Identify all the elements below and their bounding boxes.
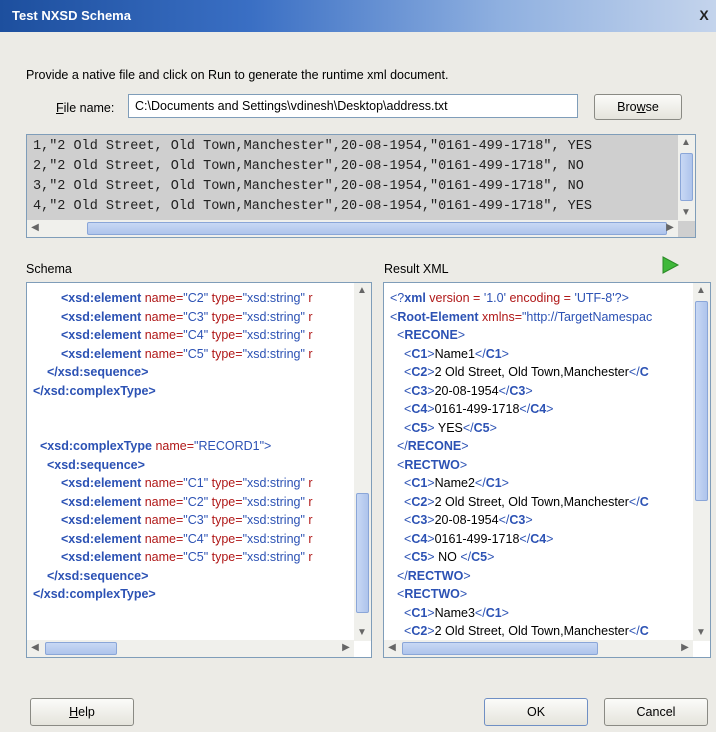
schema-line: <xsd:element name="C4" type="xsd:string"… [61,328,313,342]
result-xml-line: <C4>0161-499-1718</C4> [404,531,554,546]
result-xml-line: <C2>2 Old Street, Old Town,Manchester</C [404,494,649,509]
scroll-right-arrow-icon[interactable]: ▶ [677,640,693,656]
native-line: 1,"2 Old Street, Old Town,Manchester",20… [33,139,592,154]
result-xml-line: </RECTWO> [397,568,471,583]
ok-button[interactable]: OK [484,698,588,726]
file-name-label: File name: [56,101,115,115]
schema-line: </xsd:complexType> [33,383,156,398]
result-xml-line: <RECTWO> [397,457,468,472]
result-xml-label: Result XML [384,262,449,276]
native-lines: 1,"2 Old Street, Old Town,Manchester",20… [33,137,592,217]
title-bar: Test NXSD Schema X [0,0,716,32]
scroll-down-arrow-icon[interactable]: ▼ [678,205,694,221]
scroll-up-arrow-icon[interactable]: ▲ [354,283,370,299]
browse-button[interactable]: Browse [594,94,682,120]
scroll-down-arrow-icon[interactable]: ▼ [693,625,709,641]
schema-line: <xsd:element name="C2" type="xsd:string"… [61,494,313,509]
schema-line: <xsd:sequence> [46,457,145,472]
close-icon[interactable]: X [696,7,712,23]
result-xml-line: <C2>2 Old Street, Old Town,Manchester</C [404,365,649,379]
scroll-thumb[interactable] [680,153,693,201]
result-xml-line: <?xml version = '1.0' encoding = 'UTF-8'… [390,291,629,305]
file-name-input[interactable] [128,94,578,118]
result-xml-line: <C2>2 Old Street, Old Town,Manchester</C [404,624,649,638]
result-xml-line: <C5> NO </C5> [404,550,495,564]
native-horizontal-scrollbar[interactable]: ◀ ▶ [27,220,678,237]
scroll-right-arrow-icon[interactable]: ▶ [662,220,678,236]
schema-line: </xsd:complexType> [33,587,156,601]
schema-line: <xsd:complexType name="RECORD1"> [40,439,272,453]
native-line: 4,"2 Old Street, Old Town,Manchester",20… [33,199,592,214]
result-xml-panel[interactable]: <?xml version = '1.0' encoding = 'UTF-8'… [383,282,711,658]
scroll-thumb[interactable] [45,642,117,655]
scroll-thumb[interactable] [402,642,598,655]
native-file-preview[interactable]: 1,"2 Old Street, Old Town,Manchester",20… [26,134,696,238]
result-xml-line: <C1>Name2</C1> [404,476,509,490]
scroll-down-arrow-icon[interactable]: ▼ [354,625,370,641]
native-vertical-scrollbar[interactable]: ▲ ▼ [678,135,695,221]
scroll-left-arrow-icon[interactable]: ◀ [27,640,43,656]
result-vertical-scrollbar[interactable]: ▲ ▼ [693,283,710,641]
schema-line: <xsd:element name="C5" type="xsd:string"… [61,346,313,361]
schema-line: <xsd:element name="C3" type="xsd:string"… [61,309,313,324]
scroll-left-arrow-icon[interactable]: ◀ [384,640,400,656]
result-horizontal-scrollbar[interactable]: ◀ ▶ [384,640,693,657]
schema-code: <xsd:element name="C2" type="xsd:string"… [33,289,313,657]
result-xml-line: </RECONE> [397,439,469,453]
schema-line: <xsd:element name="C5" type="xsd:string"… [61,550,313,564]
schema-line: <xsd:element name="C2" type="xsd:string"… [61,291,313,305]
result-xml-line: <C1>Name1</C1> [404,346,509,361]
schema-line [33,622,313,641]
instructions-text: Provide a native file and click on Run t… [26,68,449,82]
schema-line [33,400,313,419]
native-line: 3,"2 Old Street, Old Town,Manchester",20… [33,179,584,194]
scroll-up-arrow-icon[interactable]: ▲ [678,135,694,151]
result-xml-line: <C3>20-08-1954</C3> [404,383,533,398]
play-triangle-icon[interactable] [660,255,680,275]
schema-label: Schema [26,262,72,276]
schema-line: <xsd:element name="C4" type="xsd:string"… [61,531,313,546]
cancel-button[interactable]: Cancel [604,698,708,726]
scroll-right-arrow-icon[interactable]: ▶ [338,640,354,656]
scroll-thumb[interactable] [695,301,708,501]
result-xml-line: <RECONE> [397,328,466,342]
result-xml-line: <Root-Element xmlns="http://TargetNamesp… [390,309,653,324]
schema-vertical-scrollbar[interactable]: ▲ ▼ [354,283,371,641]
scroll-left-arrow-icon[interactable]: ◀ [27,220,43,236]
schema-line: </xsd:sequence> [46,568,149,583]
scroll-thumb[interactable] [87,222,667,235]
schema-line: <xsd:element name="C1" type="xsd:string"… [61,476,313,490]
schema-horizontal-scrollbar[interactable]: ◀ ▶ [27,640,354,657]
schema-panel[interactable]: <xsd:element name="C2" type="xsd:string"… [26,282,372,658]
result-xml-line: <C1>Name3</C1> [404,605,509,620]
help-button[interactable]: Help [30,698,134,726]
native-line: 2,"2 Old Street, Old Town,Manchester",20… [33,159,584,174]
schema-line: <xsd:element name="C3" type="xsd:string"… [61,513,313,527]
scroll-thumb[interactable] [356,493,369,613]
schema-line: </xsd:sequence> [46,365,149,379]
result-xml-line: <C4>0161-499-1718</C4> [404,402,554,416]
schema-line [33,604,313,623]
result-xml-code: <?xml version = '1.0' encoding = 'UTF-8'… [390,289,652,641]
result-xml-line: <RECTWO> [397,587,468,601]
schema-line [33,419,313,438]
result-xml-line: <C3>20-08-1954</C3> [404,513,533,527]
result-xml-line: <C5> YES</C5> [404,420,497,435]
scroll-up-arrow-icon[interactable]: ▲ [693,283,709,299]
window-title: Test NXSD Schema [12,8,131,23]
